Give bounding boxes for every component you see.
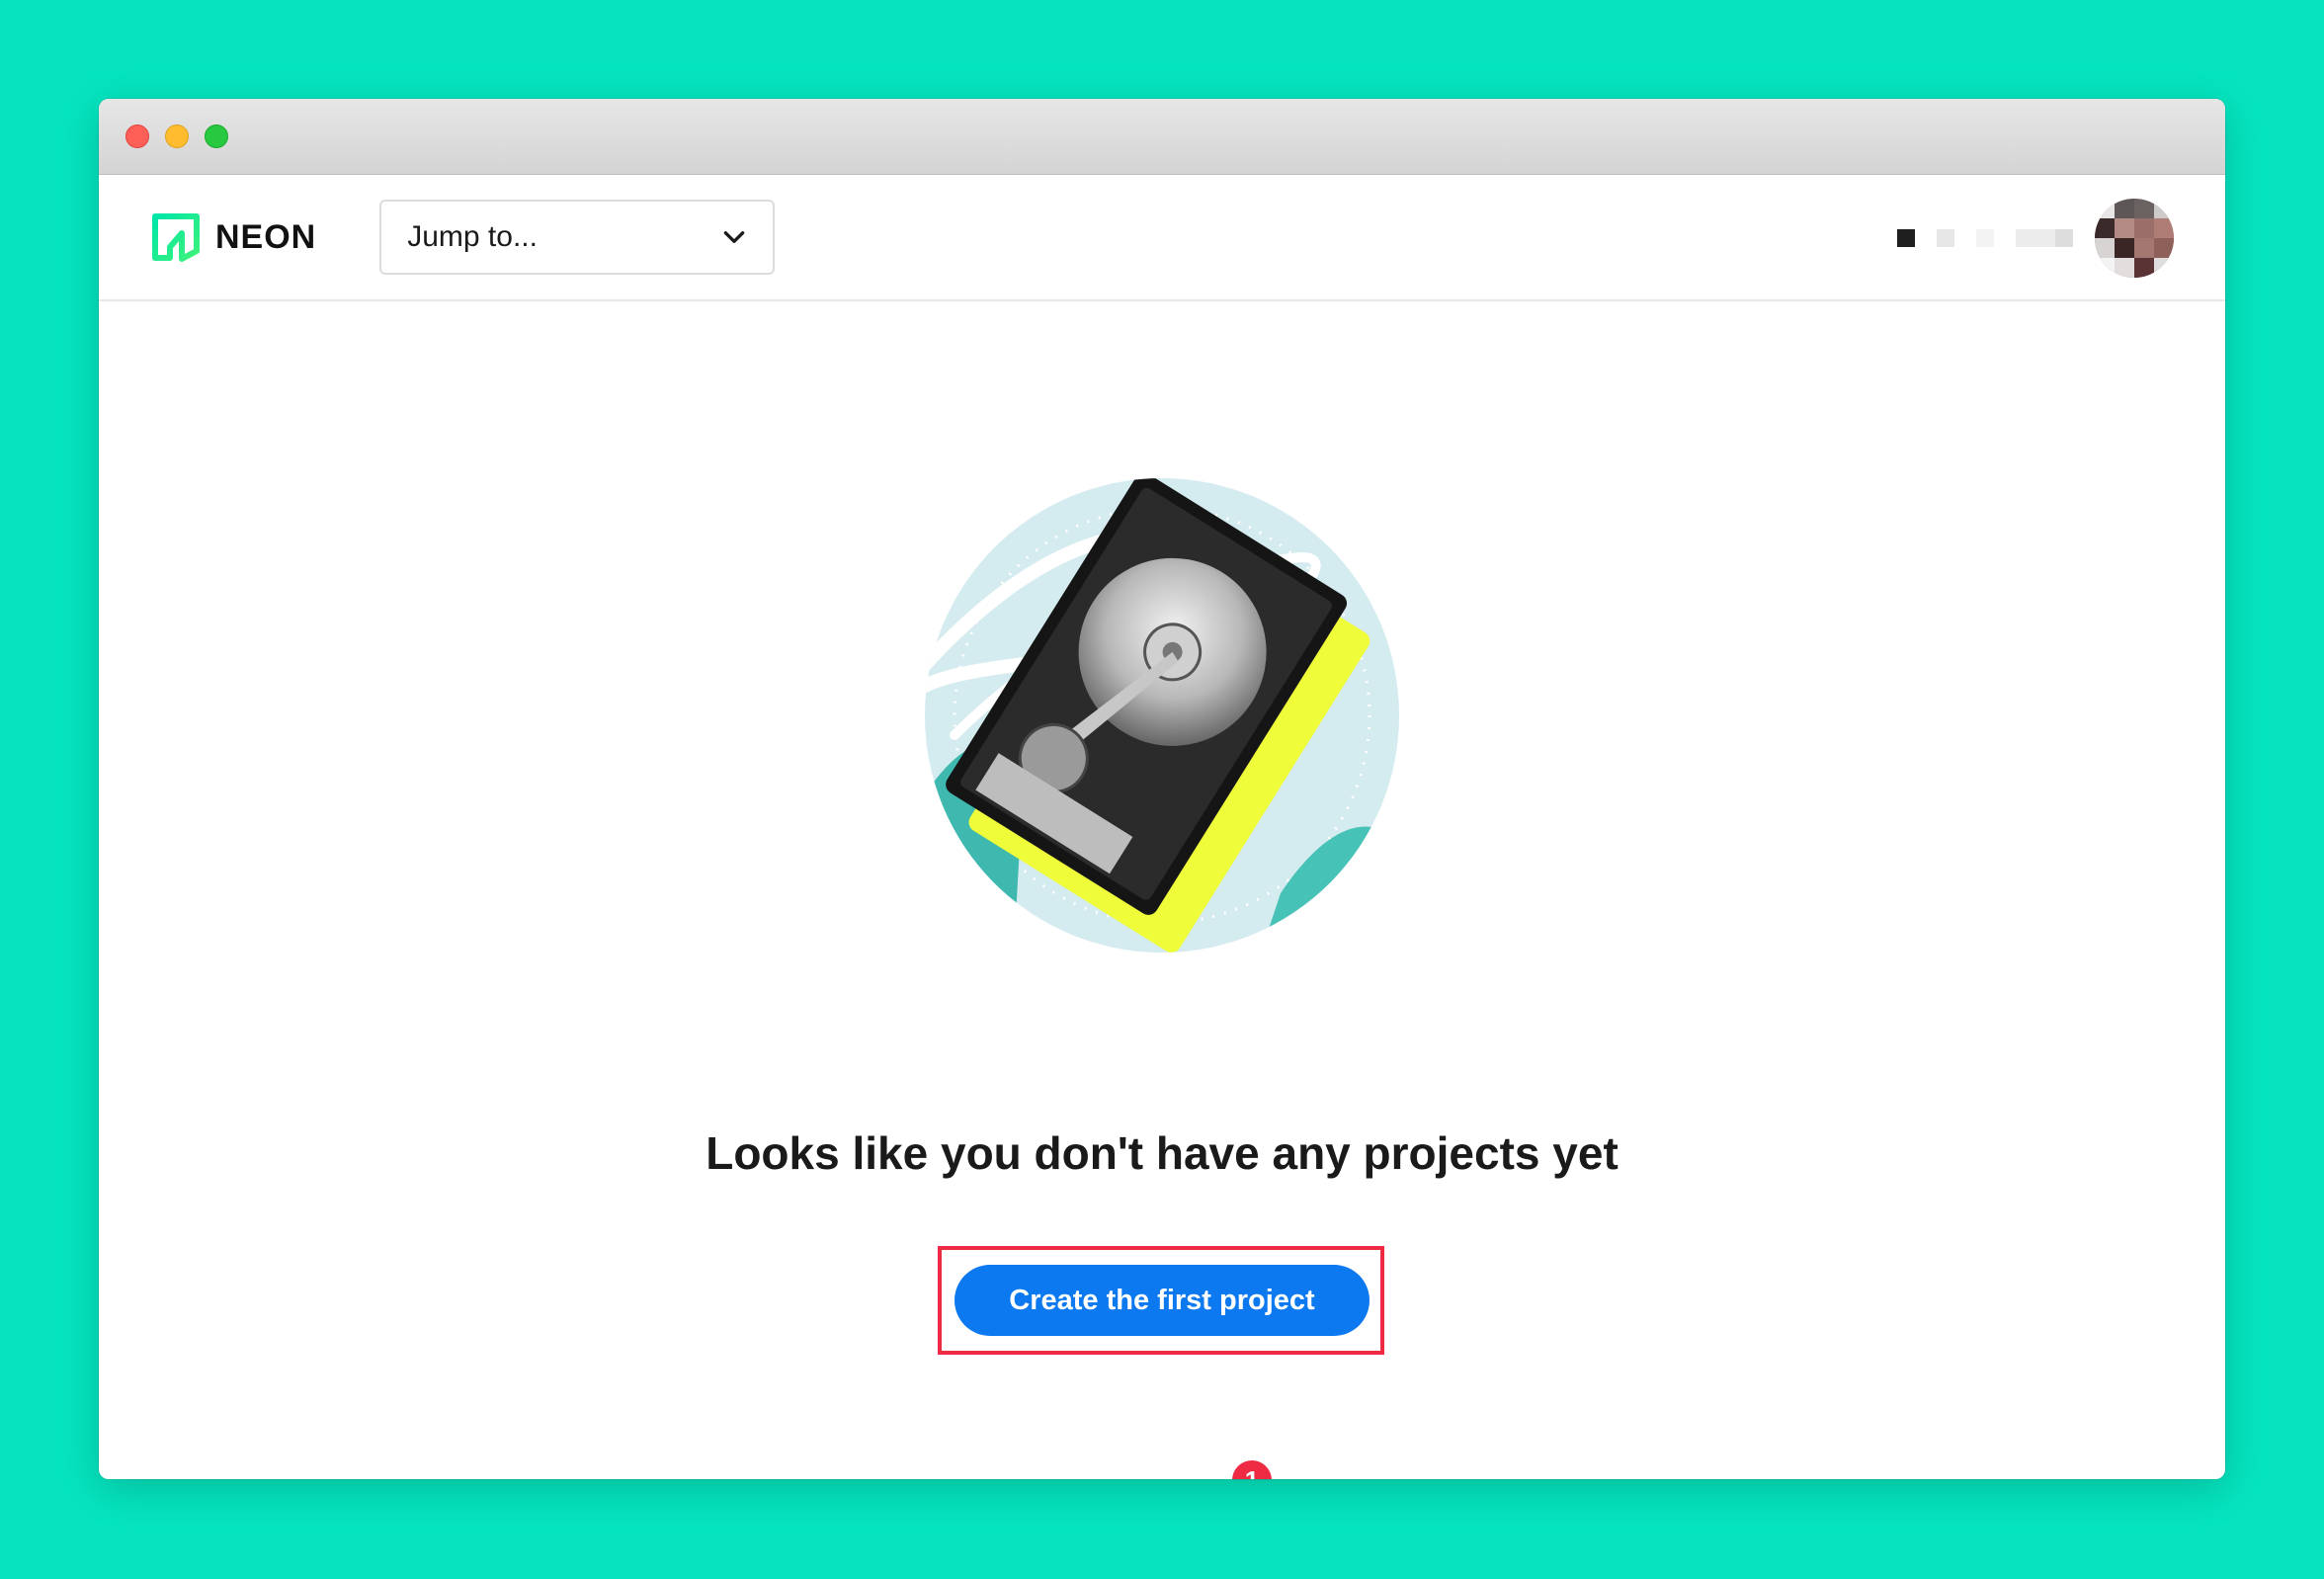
create-first-project-button[interactable]: Create the first project bbox=[954, 1265, 1370, 1336]
logo-text: NEON bbox=[215, 217, 317, 256]
redacted-pixel bbox=[2055, 229, 2073, 247]
neon-logo[interactable]: NEON bbox=[150, 211, 316, 263]
close-window-button[interactable] bbox=[125, 125, 149, 148]
app-header: NEON Jump to... bbox=[99, 175, 2225, 301]
chevron-down-icon bbox=[723, 231, 745, 243]
user-avatar[interactable] bbox=[2095, 199, 2174, 278]
jump-to-dropdown[interactable]: Jump to... bbox=[379, 200, 776, 275]
hard-drive-illustration bbox=[925, 478, 1399, 953]
browser-window: NEON Jump to... Looks like you don't hav… bbox=[99, 99, 2225, 1479]
redacted-pixel bbox=[2016, 229, 2055, 247]
minimize-window-button[interactable] bbox=[165, 125, 189, 148]
redacted-pixel bbox=[1976, 229, 1994, 247]
redacted-pixel bbox=[1937, 229, 1954, 247]
window-titlebar bbox=[99, 99, 2225, 175]
empty-state-title: Looks like you don't have any projects y… bbox=[706, 1127, 1618, 1179]
annotation-step-badge: 1 bbox=[1232, 1460, 1272, 1479]
user-area bbox=[1897, 199, 2174, 278]
redacted-pixel bbox=[1897, 229, 1915, 247]
neon-logo-icon bbox=[152, 213, 200, 262]
maximize-window-button[interactable] bbox=[205, 125, 228, 148]
jump-to-label: Jump to... bbox=[407, 220, 538, 253]
